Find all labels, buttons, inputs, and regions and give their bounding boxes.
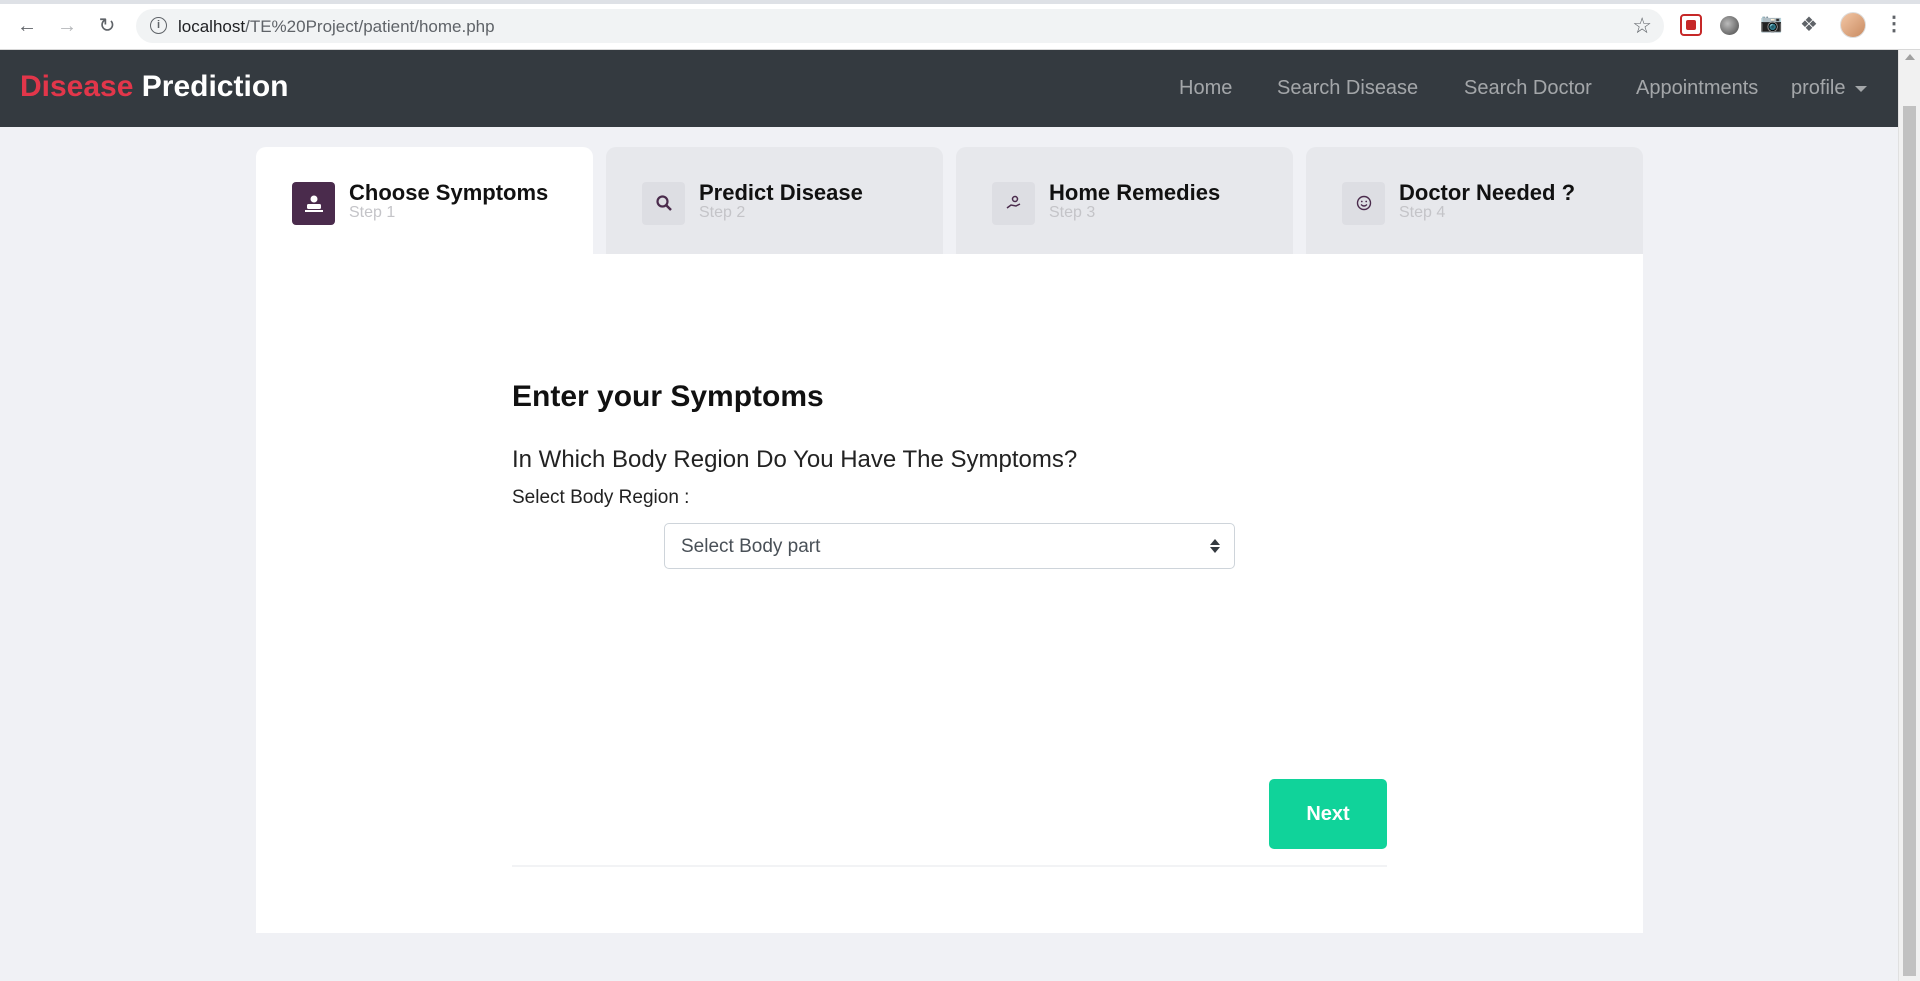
step-tab-home-remedies[interactable]: Home Remedies Step 3 [956, 147, 1293, 254]
extension-circle-icon[interactable] [1720, 16, 1739, 35]
brand-word-disease: Disease [20, 70, 134, 103]
smile-icon [1342, 182, 1385, 225]
browser-toolbar: ← → ↻ i localhost/TE%20Project/patient/h… [0, 0, 1920, 50]
search-svg [655, 195, 672, 211]
step-tab-doctor-needed[interactable]: Doctor Needed ? Step 4 [1306, 147, 1643, 254]
nav-profile-dropdown[interactable]: profile [1791, 77, 1868, 100]
form-divider [512, 865, 1387, 867]
page-scrollbar[interactable] [1898, 50, 1920, 981]
profile-avatar[interactable] [1840, 12, 1866, 38]
address-bar[interactable]: i localhost/TE%20Project/patient/home.ph… [136, 9, 1664, 43]
step-tab-choose-symptoms[interactable]: Choose Symptoms Step 1 [256, 147, 593, 254]
nav-search-disease[interactable]: Search Disease [1277, 77, 1418, 100]
browser-menu-icon[interactable]: ⋮ [1884, 11, 1904, 36]
forward-icon[interactable]: → [52, 12, 82, 40]
form-heading: Enter your Symptoms [512, 380, 824, 413]
scroll-thumb[interactable] [1903, 106, 1916, 976]
step-title: Doctor Needed ? [1399, 180, 1576, 205]
step-title: Choose Symptoms [349, 180, 549, 205]
step-subtitle: Step 4 [1399, 204, 1446, 221]
reload-icon[interactable]: ↻ [92, 12, 122, 40]
nav-home[interactable]: Home [1179, 77, 1232, 100]
back-icon[interactable]: ← [12, 12, 42, 40]
next-button[interactable]: Next [1269, 779, 1387, 849]
site-navbar: Disease Prediction Home Search Disease S… [0, 50, 1898, 127]
step-subtitle: Step 3 [1049, 204, 1096, 221]
step-title: Predict Disease [699, 180, 863, 205]
profile-label: profile [1791, 77, 1846, 99]
extension-red-icon[interactable] [1680, 14, 1702, 36]
patient-bed-icon [292, 182, 335, 225]
url-path: /TE%20Project/patient/home.php [245, 17, 495, 36]
step-content-panel: Enter your Symptoms In Which Body Region… [256, 254, 1643, 933]
site-info-icon[interactable]: i [150, 17, 167, 34]
caret-down-icon [1855, 85, 1868, 92]
brand-word-prediction: Prediction [141, 70, 289, 103]
select-arrows-icon [1210, 537, 1220, 555]
select-body-region-label: Select Body Region : [512, 487, 690, 508]
step-subtitle: Step 2 [699, 204, 746, 221]
bookmark-star-icon[interactable]: ☆ [1632, 13, 1652, 39]
nav-search-doctor[interactable]: Search Doctor [1464, 77, 1592, 100]
step-subtitle: Step 1 [349, 204, 396, 221]
puzzle-extensions-icon[interactable]: ❖ [1800, 12, 1822, 36]
symptom-wizard: Choose Symptoms Step 1 Predict Disease S… [256, 147, 1643, 933]
patient-bed-svg [304, 195, 323, 212]
brand-logo[interactable]: Disease Prediction [20, 70, 288, 104]
smile-svg [1356, 195, 1371, 211]
hand-care-icon [992, 182, 1035, 225]
search-icon [642, 182, 685, 225]
tab-strip [0, 0, 1920, 4]
hand-care-svg [1006, 195, 1020, 209]
nav-appointments[interactable]: Appointments [1636, 77, 1758, 100]
body-region-question: In Which Body Region Do You Have The Sym… [512, 446, 1078, 473]
camera-icon[interactable]: 📷 [1760, 13, 1782, 35]
step-tab-predict-disease[interactable]: Predict Disease Step 2 [606, 147, 943, 254]
step-title: Home Remedies [1049, 180, 1221, 205]
url-host: localhost [178, 17, 246, 36]
scroll-up-arrow-icon[interactable] [1905, 54, 1915, 60]
select-value: Select Body part [681, 536, 821, 557]
body-part-select[interactable]: Select Body part [664, 523, 1235, 569]
url-text[interactable]: localhost/TE%20Project/patient/home.php [178, 17, 495, 37]
